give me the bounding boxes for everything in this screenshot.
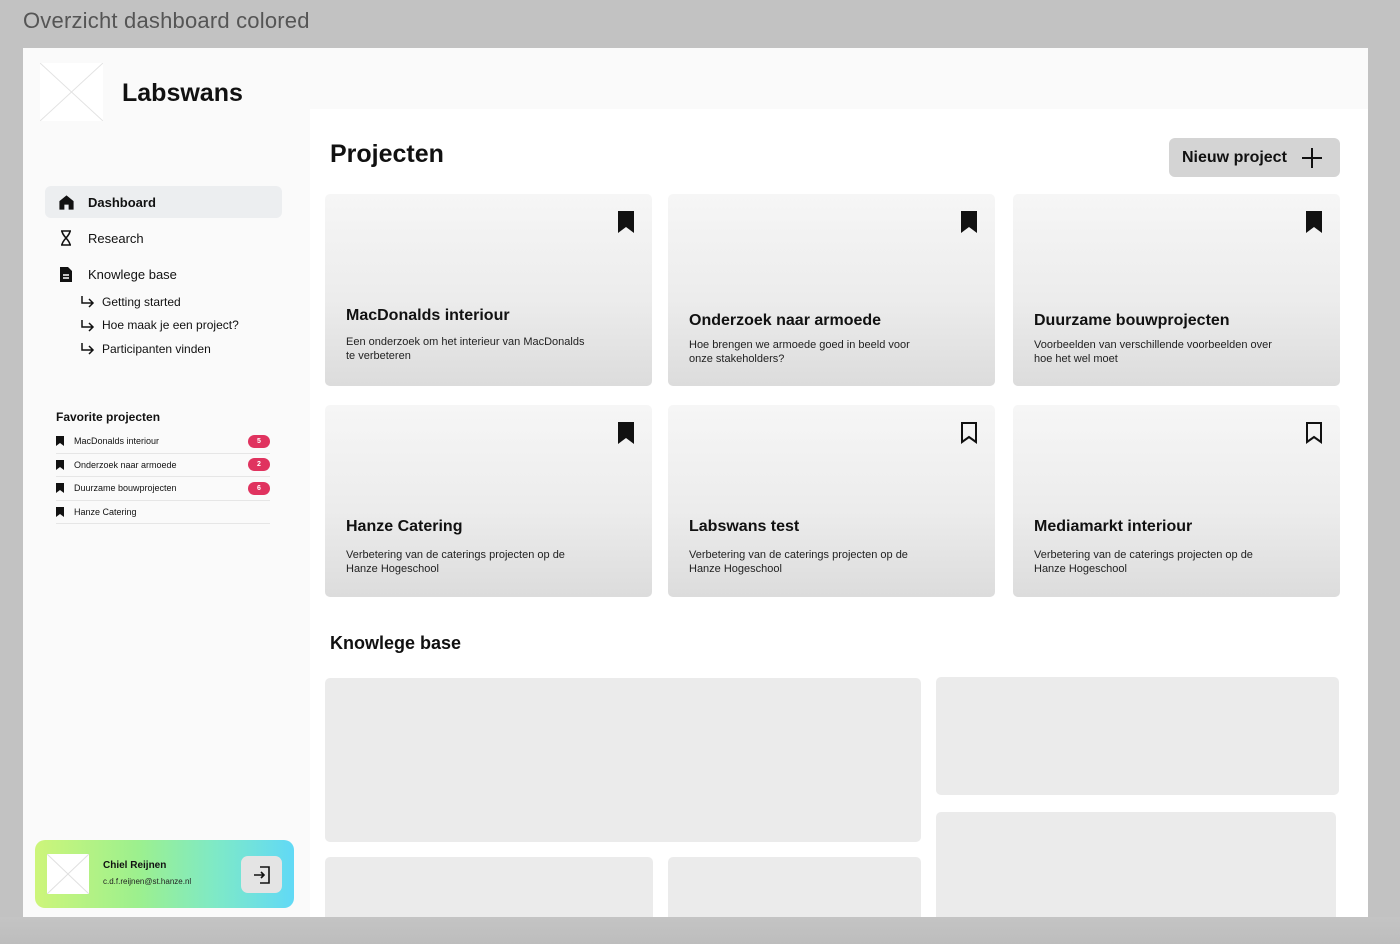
project-title: Onderzoek naar armoede [689,312,882,329]
sub-item-label: Getting started [102,294,181,309]
project-card[interactable]: Duurzame bouwprojecten Voorbeelden van v… [1013,194,1340,386]
sidebar-item-research[interactable]: Research [45,222,282,254]
project-description: Hoe brengen we armoede goed in beeld voo… [689,339,910,365]
main-content: Projecten Nieuw project MacDonalds inter… [310,109,1368,917]
project-title: Mediamarkt interiour [1034,518,1193,535]
favorite-name: Hanze Catering [74,506,137,517]
knowledge-card-placeholder[interactable] [936,677,1339,795]
favorite-name: Onderzoek naar armoede [74,459,177,470]
knowledge-card-placeholder[interactable] [668,857,921,917]
sub-item-getting-started[interactable]: Getting started [80,290,282,314]
home-icon [57,193,75,211]
logout-button[interactable] [241,856,282,893]
project-card[interactable]: Labswans test Verbetering van de caterin… [668,405,995,597]
sub-item-find-participants[interactable]: Participanten vinden [80,337,282,361]
bookmark-filled-icon[interactable] [616,421,636,445]
project-card[interactable]: Onderzoek naar armoede Hoe brengen we ar… [668,194,995,386]
count-badge: 2 [248,458,270,472]
bookmark-outline-icon[interactable] [959,421,979,445]
knowledge-card-placeholder[interactable] [936,812,1336,917]
bookmark-icon [56,483,66,494]
sub-item-create-project[interactable]: Hoe maak je een project? [80,314,282,338]
sidebar-item-label: Knowlege base [88,266,177,282]
project-description: Voorbeelden van verschillende voorbeelde… [1034,339,1272,365]
knowledge-base-title: Knowlege base [330,633,462,653]
bookmark-filled-icon[interactable] [1304,210,1324,234]
plus-icon [1301,147,1323,169]
favorite-name: Duurzame bouwprojecten [74,483,177,494]
favorites-title: Favorite projecten [56,410,161,424]
sub-item-label: Participanten vinden [102,341,211,356]
project-description: Verbetering van de caterings projecten o… [689,549,908,575]
project-card[interactable]: Mediamarkt interiour Verbetering van de … [1013,405,1340,597]
favorites-list: MacDonalds interiour 5 Onderzoek naar ar… [56,430,270,524]
sub-item-label: Hoe maak je een project? [102,318,239,333]
project-title: MacDonalds interiour [346,307,510,324]
knowledge-card-placeholder[interactable] [325,678,921,842]
user-card: Chiel Reijnen c.d.f.reijnen@st.hanze.nl [35,840,294,908]
bookmark-icon [56,506,66,517]
subdirectory-arrow-icon [80,319,96,332]
project-title: Duurzame bouwprojecten [1034,312,1230,329]
subdirectory-arrow-icon [80,342,96,355]
list-item[interactable]: MacDonalds interiour 5 [56,430,270,454]
new-project-label: Nieuw project [1182,148,1287,166]
count-badge: 6 [248,481,270,495]
sidebar-item-knowledge-base[interactable]: Knowlege base [45,258,282,290]
user-email: c.d.f.reijnen@st.hanze.nl [103,877,192,886]
list-item[interactable]: Duurzame bouwprojecten 6 [56,477,270,501]
sidebar-item-label: Dashboard [88,194,156,210]
bookmark-outline-icon[interactable] [1304,421,1324,445]
sidebar-item-label: Research [88,230,144,246]
page-title: Projecten [330,140,444,168]
subdirectory-arrow-icon [80,295,96,308]
project-description: Verbetering van de caterings projecten o… [1034,549,1253,575]
project-description: Een onderzoek om het interieur van MacDo… [346,336,585,362]
project-description: Verbetering van de caterings projecten o… [346,549,565,575]
bookmark-icon [56,459,66,470]
user-name: Chiel Reijnen [103,860,167,871]
canvas-bottom-bar [0,917,1400,944]
project-card[interactable]: Hanze Catering Verbetering van de cateri… [325,405,652,597]
app-frame: Labswans Dashboard Research Knowlege bas… [23,48,1368,917]
sidebar-nav: Dashboard Research Knowlege base Getting… [45,186,282,361]
count-badge: 5 [248,434,270,448]
new-project-button[interactable]: Nieuw project [1169,138,1340,177]
sidebar-item-dashboard[interactable]: Dashboard [45,186,282,218]
frame-title: Overzicht dashboard colored [23,8,310,33]
hourglass-icon [57,229,75,247]
logout-icon [253,865,271,884]
document-icon [57,265,75,283]
knowledge-sub-list: Getting started Hoe maak je een project?… [80,290,282,361]
bookmark-filled-icon[interactable] [616,210,636,234]
knowledge-card-placeholder[interactable] [325,857,653,917]
project-card[interactable]: MacDonalds interiour Een onderzoek om he… [325,194,652,386]
bookmark-icon [56,436,66,447]
list-item[interactable]: Onderzoek naar armoede 2 [56,454,270,477]
logo-placeholder [39,62,104,122]
list-item[interactable]: Hanze Catering [56,501,270,524]
favorite-name: MacDonalds interiour [74,436,160,447]
avatar [46,853,90,895]
brand-name: Labswans [122,79,243,107]
project-title: Hanze Catering [346,518,463,535]
project-title: Labswans test [689,518,800,535]
bookmark-filled-icon[interactable] [959,210,979,234]
